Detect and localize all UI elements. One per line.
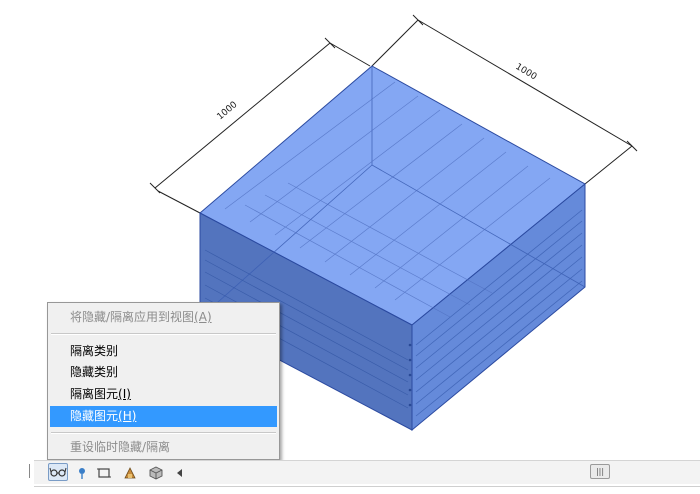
render-icon[interactable] — [122, 465, 138, 481]
menu-item-hide-element[interactable]: 隐藏图元(H) — [50, 406, 277, 427]
dimension-label-left: 1000 — [216, 100, 240, 123]
view-control-bar: ||| — [34, 460, 700, 484]
menu-separator — [51, 432, 276, 434]
menu-item-hide-element-label: 隐藏图元 — [70, 409, 119, 423]
menu-item-isolate-element-label: 隔离图元 — [70, 387, 119, 401]
menu-item-reset-hide-isolate[interactable]: 重设临时隐藏/隔离 — [50, 437, 277, 458]
crop-icon[interactable] — [96, 465, 112, 481]
menu-item-apply-shortcut: (A) — [194, 310, 212, 324]
menu-item-hide-element-shortcut: (H) — [118, 409, 137, 423]
arrow-left-icon[interactable] — [172, 465, 188, 481]
menu-item-isolate-element[interactable]: 隔离图元(I) — [50, 384, 277, 405]
menu-item-hide-category-label: 隐藏类别 — [70, 365, 119, 379]
temporary-hide-isolate-menu: 将隐藏/隔离应用到视图(A) 隔离类别 隐藏类别 隔离图元(I) 隐藏图元(H)… — [47, 302, 280, 460]
menu-item-isolate-element-shortcut: (I) — [118, 387, 131, 401]
menu-item-reset-label: 重设临时隐藏/隔离 — [70, 440, 171, 454]
scroll-handle-icon[interactable]: ||| — [590, 464, 610, 479]
menu-item-hide-category[interactable]: 隐藏类别 — [50, 362, 277, 383]
menu-item-apply-label: 将隐藏/隔离应用到视图 — [70, 310, 195, 324]
menu-separator — [51, 333, 276, 335]
cube-icon[interactable] — [148, 465, 164, 481]
dimension-label-right: 1000 — [513, 62, 538, 83]
menu-item-isolate-category-label: 隔离类别 — [70, 344, 119, 358]
glasses-icon[interactable] — [48, 463, 68, 481]
bottom-border — [34, 486, 700, 487]
pin-icon[interactable] — [74, 465, 90, 481]
menu-item-isolate-category[interactable]: 隔离类别 — [50, 341, 277, 362]
menu-item-apply-to-view[interactable]: 将隐藏/隔离应用到视图(A) — [50, 307, 277, 328]
